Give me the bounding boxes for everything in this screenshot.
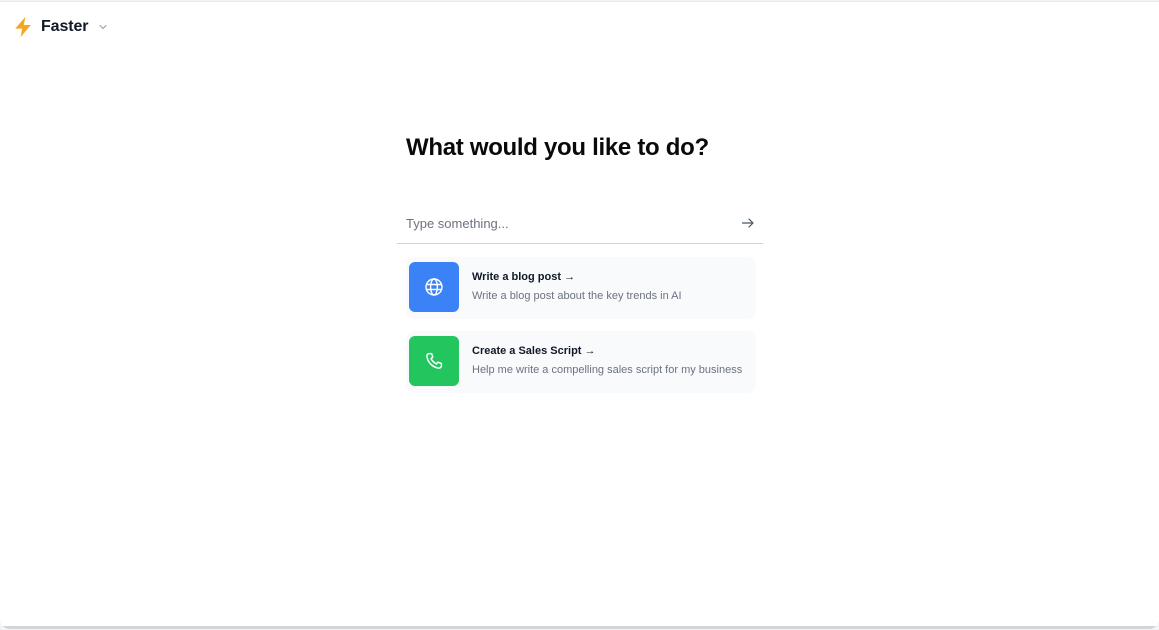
brand-name: Faster xyxy=(41,18,89,35)
suggestion-icon-tile xyxy=(409,336,459,386)
globe-icon xyxy=(425,278,443,296)
page-title: What would you like to do? xyxy=(406,134,709,161)
submit-button[interactable] xyxy=(741,216,755,230)
workspace-switcher[interactable]: Faster xyxy=(13,16,108,38)
phone-icon xyxy=(426,352,443,369)
lightning-bolt-icon xyxy=(15,16,31,38)
suggestion-title: Write a blog post → xyxy=(472,271,576,283)
suggestion-subtitle: Help me write a compelling sales script … xyxy=(472,364,743,376)
arrow-right-icon xyxy=(741,218,754,228)
suggestion-icon-tile xyxy=(409,262,459,312)
suggestion-card-blog-post[interactable]: Write a blog post → Write a blog post ab… xyxy=(406,257,756,319)
chevron-down-icon[interactable] xyxy=(98,22,108,32)
suggestion-title: Create a Sales Script → xyxy=(472,345,596,357)
app-window: Faster What would you like to do? Write … xyxy=(0,1,1159,629)
prompt-input-row xyxy=(397,204,763,244)
suggestion-subtitle: Write a blog post about the key trends i… xyxy=(472,290,682,302)
suggestion-card-sales-script[interactable]: Create a Sales Script → Help me write a … xyxy=(406,331,756,393)
window-bottom-edge xyxy=(0,626,1159,629)
prompt-input[interactable] xyxy=(406,212,726,234)
